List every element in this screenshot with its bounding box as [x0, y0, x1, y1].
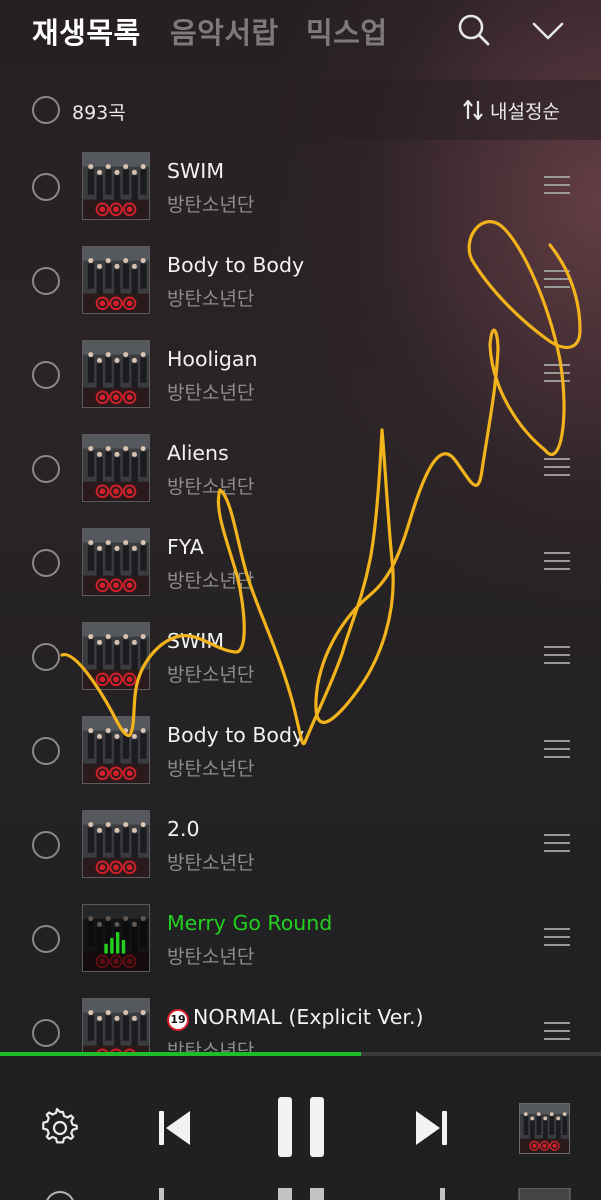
song-title-text: NORMAL (Explicit Ver.): [193, 1005, 424, 1029]
song-title-text: Aliens: [167, 441, 229, 465]
drag-handle-icon[interactable]: [544, 458, 570, 478]
album-art-illustration: [83, 717, 149, 783]
sort-button[interactable]: 내설정순: [462, 97, 560, 123]
song-title: 2.0: [167, 817, 200, 841]
tab-music-drawer[interactable]: 음악서랍: [170, 10, 279, 52]
drag-handle-icon[interactable]: [544, 1022, 570, 1042]
drag-handle-icon[interactable]: [544, 740, 570, 760]
album-art-thumbnail[interactable]: [82, 152, 150, 220]
search-icon[interactable]: [456, 12, 492, 48]
song-row[interactable]: SWIM 방탄소년단: [0, 610, 601, 704]
song-title-text: SWIM: [167, 159, 225, 183]
song-select-checkbox[interactable]: [32, 549, 60, 577]
album-art-thumbnail[interactable]: [82, 622, 150, 690]
song-row[interactable]: Hooligan 방탄소년단: [0, 328, 601, 422]
song-row[interactable]: Aliens 방탄소년단: [0, 422, 601, 516]
song-artist: 방탄소년단: [167, 570, 255, 592]
song-title-text: 2.0: [167, 817, 200, 841]
song-artist: 방탄소년단: [167, 382, 255, 404]
album-art-illustration: [83, 247, 149, 313]
song-row[interactable]: SWIM 방탄소년단: [0, 140, 601, 234]
song-title-text: Body to Body: [167, 253, 305, 277]
skip-next-icon[interactable]: [410, 1108, 450, 1148]
album-art-illustration: [520, 1104, 569, 1153]
song-select-checkbox[interactable]: [32, 643, 60, 671]
song-title-text: SWIM: [167, 629, 225, 653]
song-artist: 방탄소년단: [167, 758, 255, 780]
album-art-illustration: [83, 153, 149, 219]
tab-playlist[interactable]: 재생목록: [32, 10, 141, 52]
sort-arrows-icon: [463, 99, 483, 121]
song-row[interactable]: Merry Go Round 방탄소년단: [0, 892, 601, 986]
album-art-illustration: [83, 811, 149, 877]
song-artist: 방탄소년단: [167, 852, 255, 874]
song-select-checkbox[interactable]: [32, 831, 60, 859]
pause-icon[interactable]: [276, 1095, 326, 1159]
song-row[interactable]: Body to Body 방탄소년단: [0, 234, 601, 328]
tab-mixup[interactable]: 믹스업: [306, 10, 388, 52]
album-art-thumbnail[interactable]: [82, 904, 150, 972]
song-title-text: Body to Body: [167, 723, 305, 747]
album-art-thumbnail[interactable]: [82, 246, 150, 314]
song-title-text: FYA: [167, 535, 204, 559]
album-art-illustration: [83, 999, 149, 1054]
settings-icon[interactable]: [40, 1108, 80, 1148]
drag-handle-icon[interactable]: [544, 176, 570, 196]
song-title-text: Merry Go Round: [167, 911, 333, 935]
song-title: FYA: [167, 535, 204, 559]
song-artist: 방탄소년단: [167, 194, 255, 216]
song-title: Aliens: [167, 441, 229, 465]
album-art-illustration: [83, 529, 149, 595]
album-art-illustration: [83, 905, 149, 971]
song-select-checkbox[interactable]: [32, 455, 60, 483]
song-select-checkbox[interactable]: [32, 267, 60, 295]
song-title: SWIM: [167, 629, 224, 653]
album-art-thumbnail[interactable]: [82, 340, 150, 408]
now-playing-album-art[interactable]: [519, 1103, 570, 1154]
song-row[interactable]: 2.0 방탄소년단: [0, 798, 601, 892]
drag-handle-icon[interactable]: [544, 646, 570, 666]
drag-handle-icon[interactable]: [544, 270, 570, 290]
album-art-thumbnail[interactable]: [82, 716, 150, 784]
song-title: Merry Go Round: [167, 911, 332, 935]
album-art-illustration: [83, 435, 149, 501]
song-row[interactable]: FYA 방탄소년단: [0, 516, 601, 610]
album-art-thumbnail[interactable]: [82, 810, 150, 878]
song-select-checkbox[interactable]: [32, 173, 60, 201]
album-art-illustration: [83, 341, 149, 407]
song-select-checkbox[interactable]: [32, 925, 60, 953]
song-title-text: Hooligan: [167, 347, 258, 371]
song-artist: 방탄소년단: [167, 946, 255, 968]
song-title: Hooligan: [167, 347, 257, 371]
song-list[interactable]: SWIM 방탄소년단 Body to Body 방탄소년단 Hooligan 방탄소년단 A…: [0, 140, 601, 1054]
skip-previous-icon[interactable]: [156, 1108, 196, 1148]
explicit-19-badge-icon: 19: [167, 1009, 189, 1031]
drag-handle-icon[interactable]: [544, 552, 570, 572]
song-count: 893곡: [72, 102, 126, 124]
chevron-down-icon[interactable]: [530, 12, 566, 48]
song-title: Body to Body: [167, 723, 304, 747]
song-title: 19 NORMAL (Explicit Ver.): [167, 1005, 423, 1031]
header-bar: 재생목록 음악서랍 믹스업: [0, 0, 601, 60]
song-artist: 방탄소년단: [167, 664, 255, 686]
song-select-checkbox[interactable]: [32, 1019, 60, 1047]
song-row[interactable]: 19 NORMAL (Explicit Ver.) 방탄소년단: [0, 986, 601, 1054]
album-art-illustration: [83, 623, 149, 689]
sort-label: 내설정순: [490, 100, 560, 123]
song-artist: 방탄소년단: [167, 476, 255, 498]
song-title: Body to Body: [167, 253, 304, 277]
song-select-checkbox[interactable]: [32, 737, 60, 765]
song-row[interactable]: Body to Body 방탄소년단: [0, 704, 601, 798]
album-art-thumbnail[interactable]: [82, 528, 150, 596]
drag-handle-icon[interactable]: [544, 834, 570, 854]
song-title: SWIM: [167, 159, 224, 183]
select-all-checkbox[interactable]: [32, 96, 60, 124]
album-art-thumbnail[interactable]: [82, 998, 150, 1054]
drag-handle-icon[interactable]: [544, 364, 570, 384]
song-select-checkbox[interactable]: [32, 361, 60, 389]
album-art-thumbnail[interactable]: [82, 434, 150, 502]
player-bar-duplicate-strip: [0, 1188, 601, 1200]
song-artist: 방탄소년단: [167, 288, 255, 310]
drag-handle-icon[interactable]: [544, 928, 570, 948]
